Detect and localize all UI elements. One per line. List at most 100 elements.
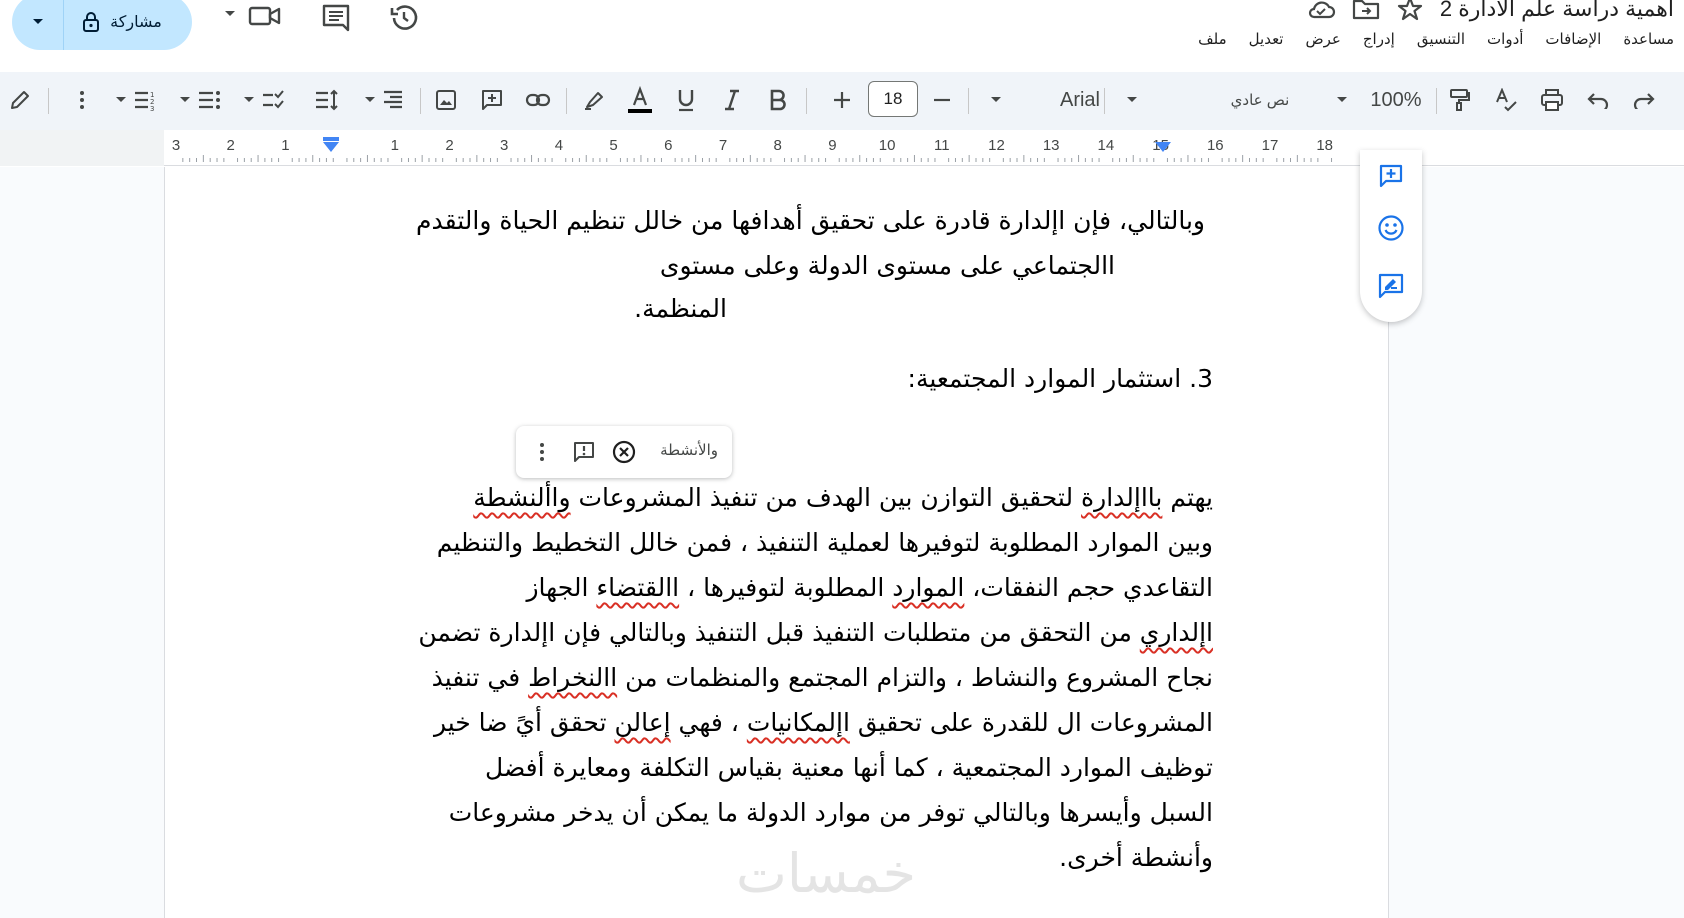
menu-help[interactable]: مساعدة [1623, 30, 1674, 52]
ruler-label: 14 [1098, 137, 1115, 154]
cloud-saved-icon[interactable] [1306, 0, 1336, 20]
line-spacing-icon [314, 89, 340, 111]
ruler-label: 10 [879, 137, 896, 154]
meet-button[interactable] [214, 0, 281, 40]
misspelled-word[interactable]: واألنشطة [473, 483, 570, 512]
numbered-list-button[interactable]: 123 [108, 80, 164, 120]
menu-extensions[interactable]: الإضافات [1545, 30, 1601, 52]
add-emoji-reaction-button[interactable] [1371, 208, 1411, 248]
paragraph-style[interactable]: نص عادي [1210, 91, 1310, 109]
ruler-label: 11 [934, 137, 950, 154]
bold-button[interactable] [758, 80, 798, 120]
dismiss-suggestion-button[interactable] [608, 436, 640, 468]
star-icon[interactable] [1396, 0, 1424, 23]
paragraph-1[interactable]: وبالتالي، فإن اإلدارة قادرة على تحقيق أه… [416, 198, 1205, 331]
text-line: نجاح المشروع والنشاط ، والتزام المجتمع و… [431, 663, 1213, 692]
ruler-label: 7 [719, 137, 727, 154]
italic-icon [723, 89, 741, 111]
increase-font-size-button[interactable] [822, 80, 862, 120]
suggest-edits-button[interactable] [1371, 266, 1411, 306]
text-color-icon [625, 85, 655, 115]
decrease-font-size-button[interactable] [922, 80, 962, 120]
ruler-label: 12 [988, 137, 1005, 154]
toolbar-divider [1104, 88, 1105, 114]
font-size-input[interactable]: 18 [868, 81, 918, 117]
italic-button[interactable] [712, 80, 752, 120]
print-button[interactable] [1532, 80, 1572, 120]
highlight-color-button[interactable] [574, 80, 614, 120]
comments-button[interactable] [316, 0, 356, 40]
toolbar-divider [566, 88, 567, 114]
version-history-icon [388, 2, 420, 34]
misspelled-word[interactable]: االنخراط [528, 663, 617, 692]
move-to-folder-icon[interactable] [1352, 0, 1380, 21]
text-color-button[interactable] [620, 80, 660, 120]
share-dropdown-button[interactable] [12, 0, 64, 50]
share-button[interactable]: مشاركة [12, 0, 192, 50]
font-name[interactable]: Arial [1040, 89, 1120, 112]
paint-format-icon [1449, 88, 1471, 112]
more-vert-icon [539, 442, 545, 462]
toolbar-divider [806, 88, 807, 114]
add-comment-button[interactable] [472, 80, 512, 120]
underline-button[interactable] [666, 80, 706, 120]
menu-view[interactable]: عرض [1305, 30, 1340, 52]
style-dropdown-button[interactable] [1112, 80, 1152, 120]
insert-image-button[interactable] [426, 80, 466, 120]
misspelled-word[interactable]: بااإلدارة [1081, 483, 1162, 512]
zoom-dropdown-button[interactable] [1322, 80, 1362, 120]
insert-link-button[interactable] [518, 80, 558, 120]
menu-format[interactable]: التنسيق [1417, 30, 1465, 52]
emoji-icon [1377, 214, 1405, 242]
numbered-list-icon: 123 [133, 89, 157, 111]
caret-down-icon [224, 10, 236, 18]
suggestion-more-button[interactable] [526, 436, 558, 468]
font-dropdown-button[interactable] [976, 80, 1016, 120]
toolbar-divider [1436, 88, 1437, 114]
paint-format-button[interactable] [1440, 80, 1480, 120]
more-options-button[interactable] [62, 80, 102, 120]
spellcheck-icon [1494, 88, 1518, 112]
misspelled-word[interactable]: الموارد [892, 573, 964, 602]
report-suggestion-button[interactable] [568, 436, 600, 468]
paragraph-2[interactable]: يهتم بااإلدارة لتحقيق التوازن بين الهدف … [418, 475, 1213, 880]
caret-down-icon [115, 96, 127, 104]
checklist-button[interactable] [236, 80, 292, 120]
menu-tools[interactable]: أدوات [1487, 30, 1523, 52]
ruler-label: 3 [172, 137, 180, 154]
pencil-icon [9, 89, 31, 111]
bulleted-list-button[interactable] [172, 80, 228, 120]
menu-insert[interactable]: إدراج [1363, 30, 1395, 52]
document-title[interactable]: اهمية دراسة علم الادارة 2 [1440, 0, 1674, 22]
misspelled-word[interactable]: إعالن [614, 708, 670, 737]
caret-down-icon [32, 18, 44, 26]
watermark-logo: خمسات [736, 842, 917, 905]
editing-mode-button[interactable] [0, 80, 40, 120]
redo-button[interactable] [1624, 80, 1664, 120]
menu-file[interactable]: ملف [1198, 30, 1227, 52]
toolbar: 123 18 Arial نص عادي 100% [0, 72, 1684, 130]
add-comment-icon [1378, 163, 1404, 189]
misspelled-word[interactable]: اإلمكانيات [747, 708, 850, 737]
ruler-label: 17 [1262, 137, 1279, 154]
suggested-word[interactable]: والأنشطة [660, 441, 718, 459]
misspelled-word[interactable]: االقتضاء [596, 573, 679, 602]
menu-edit[interactable]: تعديل [1249, 30, 1284, 52]
text-line: وبين الموارد المطلوبة لتوفيرها لعملية ال… [436, 528, 1213, 557]
line-spacing-button[interactable] [300, 80, 354, 120]
section-heading[interactable]: 3. استثمار الموارد المجتمعية: [908, 356, 1213, 401]
caret-down-icon [1126, 96, 1138, 104]
underline-icon [676, 88, 696, 112]
undo-button[interactable] [1578, 80, 1618, 120]
text-line: يهتم بااإلدارة لتحقيق التوازن بين الهدف … [473, 483, 1213, 512]
zoom-level[interactable]: 100% [1362, 89, 1430, 112]
align-button[interactable] [356, 80, 412, 120]
misspelled-word[interactable]: اإلداري [1140, 618, 1213, 647]
version-history-button[interactable] [384, 0, 424, 40]
spelling-check-button[interactable] [1486, 80, 1526, 120]
share-main[interactable]: مشاركة [64, 11, 192, 33]
left-indent-marker[interactable] [323, 142, 339, 152]
ruler[interactable]: 321123456789101112131415161718 [0, 130, 1684, 166]
add-comment-side-button[interactable] [1371, 156, 1411, 196]
first-line-indent-marker[interactable] [323, 137, 339, 141]
